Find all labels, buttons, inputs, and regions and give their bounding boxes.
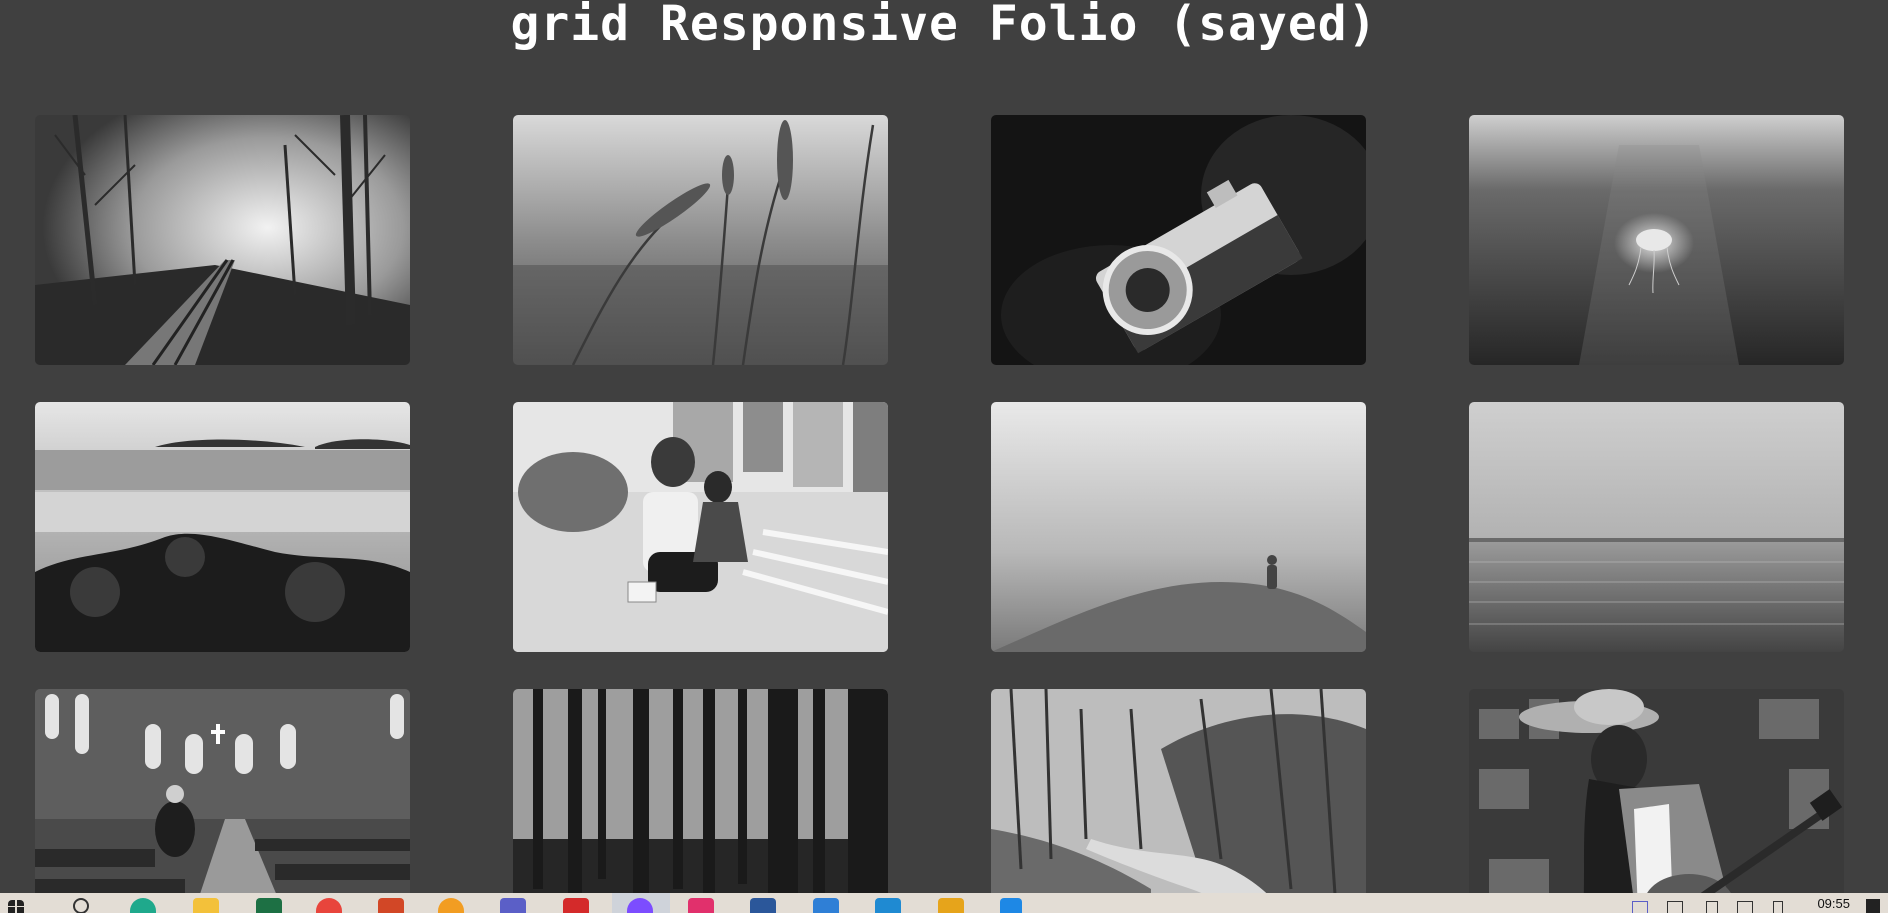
excel-icon[interactable] (256, 898, 282, 913)
photo-forest-railway (35, 115, 410, 365)
volume-icon[interactable] (1737, 901, 1753, 913)
word-icon[interactable] (750, 898, 776, 913)
teams-tray-icon[interactable] (1632, 901, 1648, 913)
photo-person-fog (991, 402, 1366, 652)
taskbar: 09:55 (0, 893, 1888, 913)
chrome-icon[interactable] (316, 898, 342, 913)
mail-icon[interactable] (813, 898, 839, 913)
photo-jellyfish (1469, 115, 1844, 365)
vscode-icon[interactable] (875, 898, 901, 913)
file-explorer-icon[interactable] (193, 898, 219, 913)
edge-icon[interactable] (130, 898, 156, 913)
photo-wheat-grass (513, 115, 888, 365)
network-icon[interactable] (1667, 901, 1683, 913)
photo-card[interactable] (991, 689, 1366, 893)
photo-camera-hands (991, 115, 1366, 365)
photo-mother-child-street (513, 402, 888, 652)
photo-card[interactable] (35, 402, 410, 652)
pdf-icon[interactable] (563, 898, 589, 913)
photo-card[interactable] (513, 689, 888, 893)
photo-grid (35, 115, 1845, 893)
pen-icon[interactable] (1706, 901, 1718, 913)
powerpoint-icon[interactable] (378, 898, 404, 913)
photo-card[interactable] (991, 115, 1366, 365)
instagram-icon[interactable] (688, 898, 714, 913)
photo-calm-sea (1469, 402, 1844, 652)
search-icon[interactable] (73, 898, 89, 913)
clock-time[interactable]: 09:55 (1817, 896, 1850, 911)
photo-card[interactable] (513, 402, 888, 652)
paint-icon[interactable] (938, 898, 964, 913)
photo-church-interior (35, 689, 410, 893)
photo-card[interactable] (1469, 115, 1844, 365)
photo-winding-road (991, 689, 1366, 893)
photo-card[interactable] (513, 115, 888, 365)
photo-card[interactable] (35, 115, 410, 365)
photo-woman-guitar (1469, 689, 1844, 893)
page-title: grid Responsive Folio (sayed) (510, 0, 1378, 52)
photo-card[interactable] (35, 689, 410, 893)
start-icon[interactable] (8, 900, 24, 913)
notification-icon[interactable] (1866, 899, 1880, 913)
photo-pine-forest (513, 689, 888, 893)
info-icon[interactable] (1000, 898, 1022, 913)
photo-card[interactable] (1469, 689, 1844, 893)
teams-icon[interactable] (500, 898, 526, 913)
photo-card[interactable] (1469, 402, 1844, 652)
photo-card[interactable] (991, 402, 1366, 652)
firefox-icon[interactable] (438, 898, 464, 913)
language-icon[interactable] (1773, 901, 1783, 913)
photo-rocky-shore (35, 402, 410, 652)
